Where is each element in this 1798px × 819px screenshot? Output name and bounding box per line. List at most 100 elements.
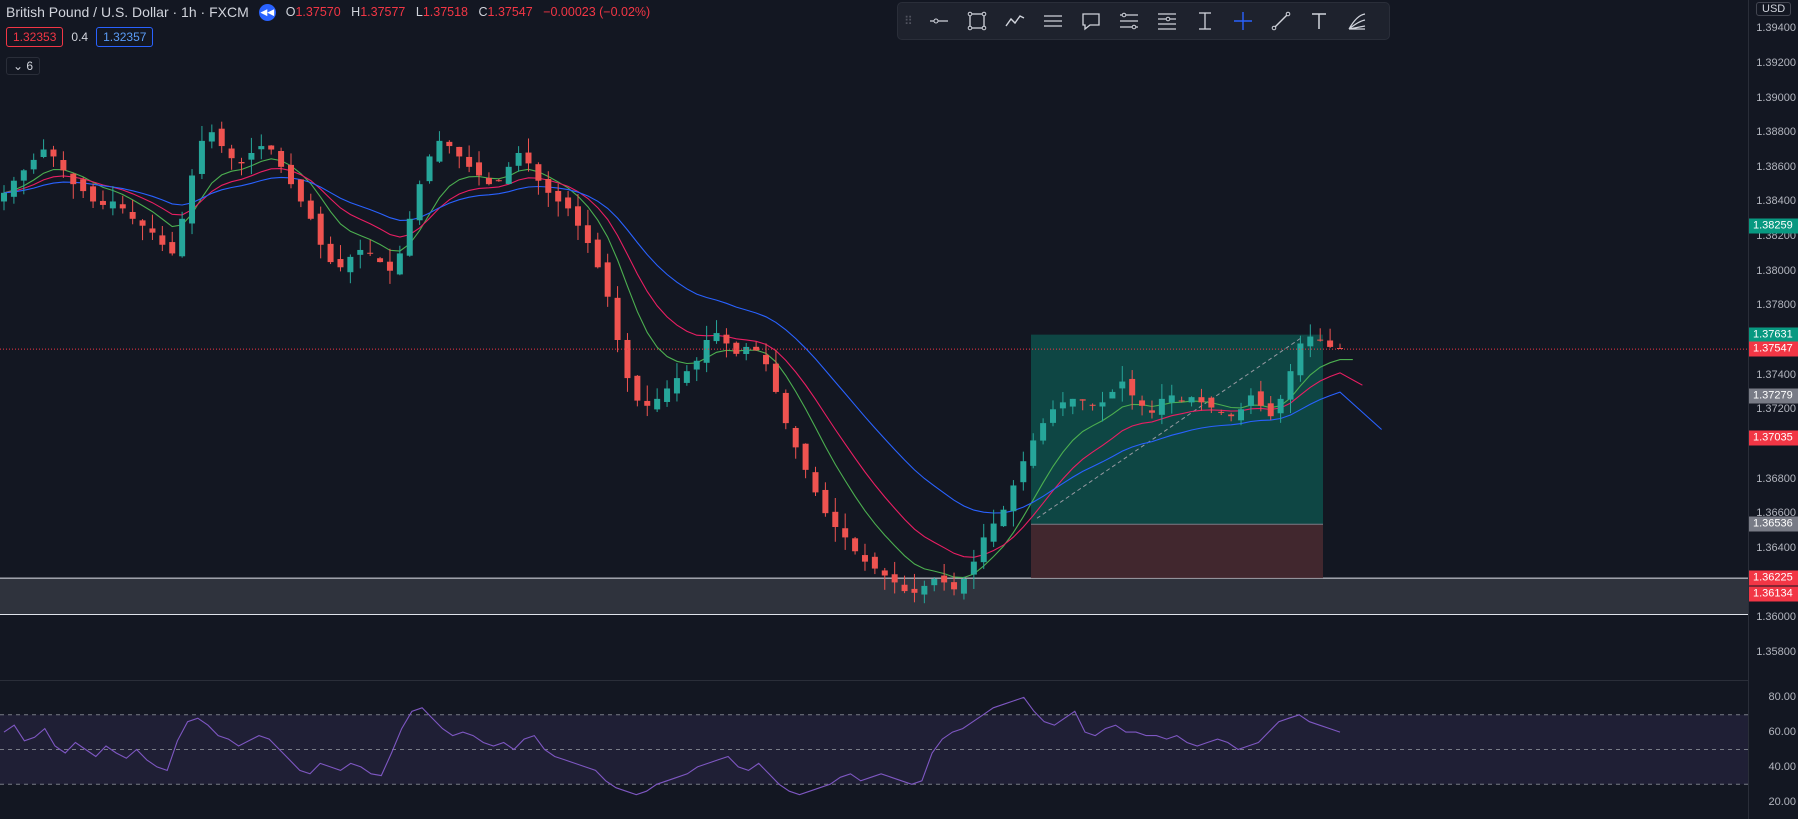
candle-body <box>139 220 146 226</box>
candle-body <box>357 249 364 255</box>
indicator-param: 0.4 <box>71 30 89 44</box>
candle-body <box>951 582 958 590</box>
rsi-tick-label: 80.00 <box>1768 691 1796 704</box>
candle-body <box>733 342 740 354</box>
price-range-icon[interactable] <box>1186 4 1224 38</box>
candle-body <box>1 192 7 202</box>
candle-body <box>990 523 997 542</box>
candle-body <box>1040 423 1047 441</box>
candle-body <box>1247 395 1254 406</box>
symbol-title[interactable]: British Pound / U.S. Dollar · 1h · FXCM <box>6 4 249 20</box>
ohlc-readout: O1.37570 H1.37577 L1.37518 C1.37547 −0.0… <box>285 5 651 19</box>
candle-body <box>565 197 572 209</box>
candle-body <box>584 225 591 244</box>
path-icon[interactable] <box>996 4 1034 38</box>
candle-body <box>1148 410 1155 413</box>
crosshair-icon[interactable] <box>1224 4 1262 38</box>
rectangle-icon[interactable] <box>958 4 996 38</box>
currency-button[interactable]: USD <box>1756 2 1792 16</box>
drag-handle-icon[interactable]: ⠿ <box>904 14 914 28</box>
candle-body <box>664 388 671 402</box>
candle-body <box>921 585 928 595</box>
position-icon[interactable] <box>1110 4 1148 38</box>
candle-body <box>60 160 67 171</box>
price-marker-label: 1.38259 <box>1749 218 1798 234</box>
candle-body <box>881 570 888 576</box>
candle-body <box>574 206 581 226</box>
replay-icon[interactable]: ◀◀ <box>258 3 276 21</box>
candle-body <box>189 175 196 224</box>
price-axis[interactable]: 1.39400 1.39200 1.39000 1.38800 1.38600 1.384… <box>1748 0 1798 819</box>
candle-body <box>426 156 433 182</box>
candle-body <box>634 375 641 401</box>
stop-zone <box>1031 524 1323 579</box>
chevron-down-icon: ⌄ <box>13 59 24 73</box>
candle-body <box>228 148 235 159</box>
parallel-lines-icon[interactable] <box>1034 4 1072 38</box>
price-marker-label: 1.37547 <box>1749 341 1798 357</box>
candle-body <box>208 132 215 142</box>
trend-line-icon[interactable] <box>1262 4 1300 38</box>
panel-divider <box>0 680 1748 681</box>
candle-body <box>1218 411 1225 413</box>
candle-body <box>1317 339 1324 341</box>
position-zones <box>0 334 1748 615</box>
candle-body <box>1079 399 1086 401</box>
candle-body <box>317 213 324 245</box>
candle-body <box>1119 381 1126 389</box>
candle-body <box>1267 403 1274 417</box>
fib-fan-icon[interactable] <box>1338 4 1376 38</box>
indicator-value-right[interactable]: 1.32357 <box>96 27 154 47</box>
price-tick-label: 1.36400 <box>1756 541 1796 554</box>
candle-body <box>1129 378 1136 396</box>
candle-body <box>129 211 136 219</box>
candle-body <box>792 427 799 448</box>
rsi-tick-label: 60.00 <box>1768 726 1796 739</box>
indicators-collapse-button[interactable]: ⌄ 6 <box>6 57 41 75</box>
candle-body <box>1297 343 1304 376</box>
callout-icon[interactable] <box>1072 4 1110 38</box>
price-marker-label: 1.37279 <box>1749 388 1798 404</box>
price-tick-label: 1.37200 <box>1756 403 1796 416</box>
candle-body <box>594 239 601 268</box>
candle-body <box>960 578 967 594</box>
candle-body <box>109 201 116 209</box>
candle-body <box>545 179 552 193</box>
candle-body <box>327 243 334 263</box>
price-marker-label: 1.37035 <box>1749 430 1798 446</box>
candle-body <box>624 339 631 379</box>
price-chart[interactable] <box>0 0 1748 819</box>
candle-body <box>90 186 97 202</box>
candle-body <box>50 149 57 157</box>
candle-body <box>456 146 463 157</box>
candle-body <box>307 200 314 219</box>
candle-body <box>377 258 384 263</box>
candle-body <box>941 575 948 583</box>
candle-body <box>604 262 611 297</box>
indicator-value-left[interactable]: 1.32353 <box>6 27 64 47</box>
candle-body <box>169 242 176 254</box>
candle-body <box>287 164 294 185</box>
candle-body <box>1188 397 1195 403</box>
text-icon[interactable] <box>1300 4 1338 38</box>
candle-body <box>1178 400 1185 402</box>
candle-body <box>297 179 304 202</box>
fib-icon[interactable] <box>1148 4 1186 38</box>
candle-body <box>1337 347 1343 349</box>
candle-body <box>683 371 690 383</box>
candle-body <box>1000 509 1007 527</box>
chart-header: British Pound / U.S. Dollar · 1h · FXCM … <box>6 3 657 21</box>
support-zone <box>0 578 1748 615</box>
candle-body <box>1307 336 1314 347</box>
candle-body <box>238 162 245 164</box>
candle-body <box>812 472 819 493</box>
price-tick-label: 1.35800 <box>1756 645 1796 658</box>
candle-body <box>1198 397 1205 403</box>
candle-body <box>70 173 77 185</box>
price-marker-label: 1.36536 <box>1749 516 1798 532</box>
candle-body <box>1228 414 1235 417</box>
price-tick-label: 1.39400 <box>1756 22 1796 35</box>
price-tick-label: 1.36000 <box>1756 611 1796 624</box>
rsi-panel <box>0 696 1748 796</box>
horizontal-ray-icon[interactable] <box>920 4 958 38</box>
